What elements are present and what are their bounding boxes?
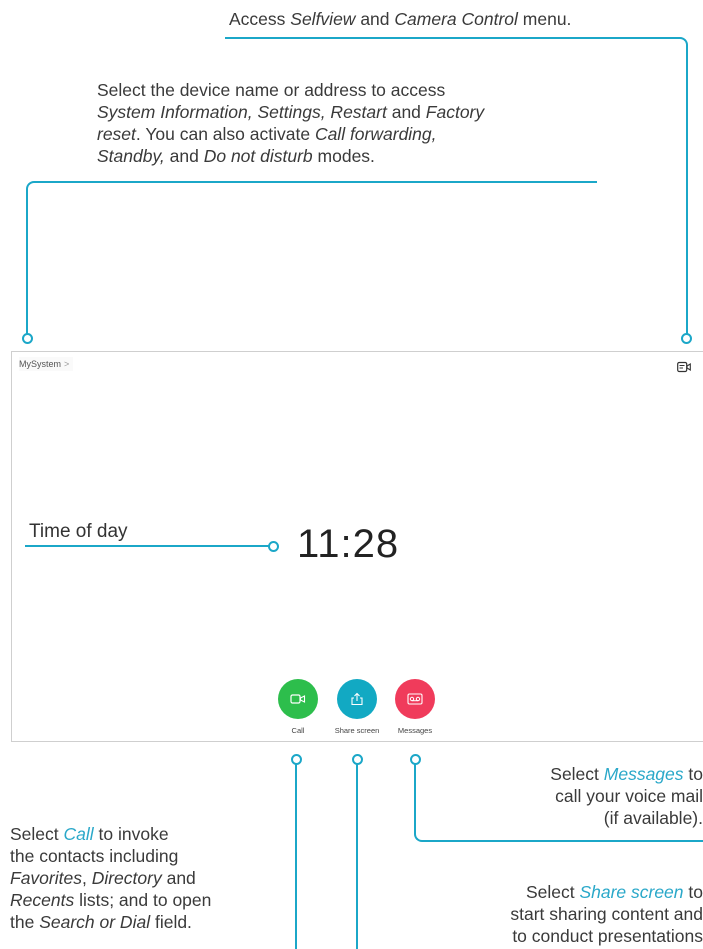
annotation-share-screen: Select Share screen to start sharing con…: [510, 882, 703, 946]
time-of-day-label: Time of day: [29, 521, 128, 542]
messages-connector-horizontal: [423, 840, 703, 842]
share-screen-icon: [351, 692, 363, 706]
annotation-camera: Access Selfview and Camera Control menu.: [229, 9, 572, 29]
messages-button[interactable]: [395, 679, 435, 719]
system-name-label: MySystem: [19, 359, 62, 369]
call-connector-vertical: [295, 764, 297, 949]
annotation-call: Select Call to invoke the contacts inclu…: [10, 824, 212, 932]
share-connector-vertical: [356, 764, 358, 949]
camera-connector-horizontal: [225, 37, 680, 39]
video-camera-icon: [290, 694, 306, 704]
chevron-right-icon: >: [64, 359, 70, 369]
call-button[interactable]: [278, 679, 318, 719]
system-name-button[interactable]: MySystem >: [19, 357, 74, 371]
time-connector-line: [25, 545, 270, 547]
annotation-messages: Select Messages to call your voice mail …: [550, 764, 703, 828]
voicemail-icon: [407, 693, 423, 705]
selfview-camera-icon[interactable]: [677, 361, 691, 373]
annotation-device: Select the device name or address to acc…: [97, 80, 485, 166]
device-connector-dot: [22, 333, 33, 344]
device-connector-vertical: [26, 190, 28, 334]
time-connector-dot: [268, 541, 279, 552]
clock-display: 11:28: [297, 522, 400, 566]
camera-connector-vertical: [686, 46, 688, 334]
messages-connector-vertical: [414, 764, 416, 833]
device-connector-horizontal: [35, 181, 597, 183]
camera-connector-dot: [681, 333, 692, 344]
messages-button-label: Messages: [397, 726, 433, 735]
share-screen-button[interactable]: [337, 679, 377, 719]
